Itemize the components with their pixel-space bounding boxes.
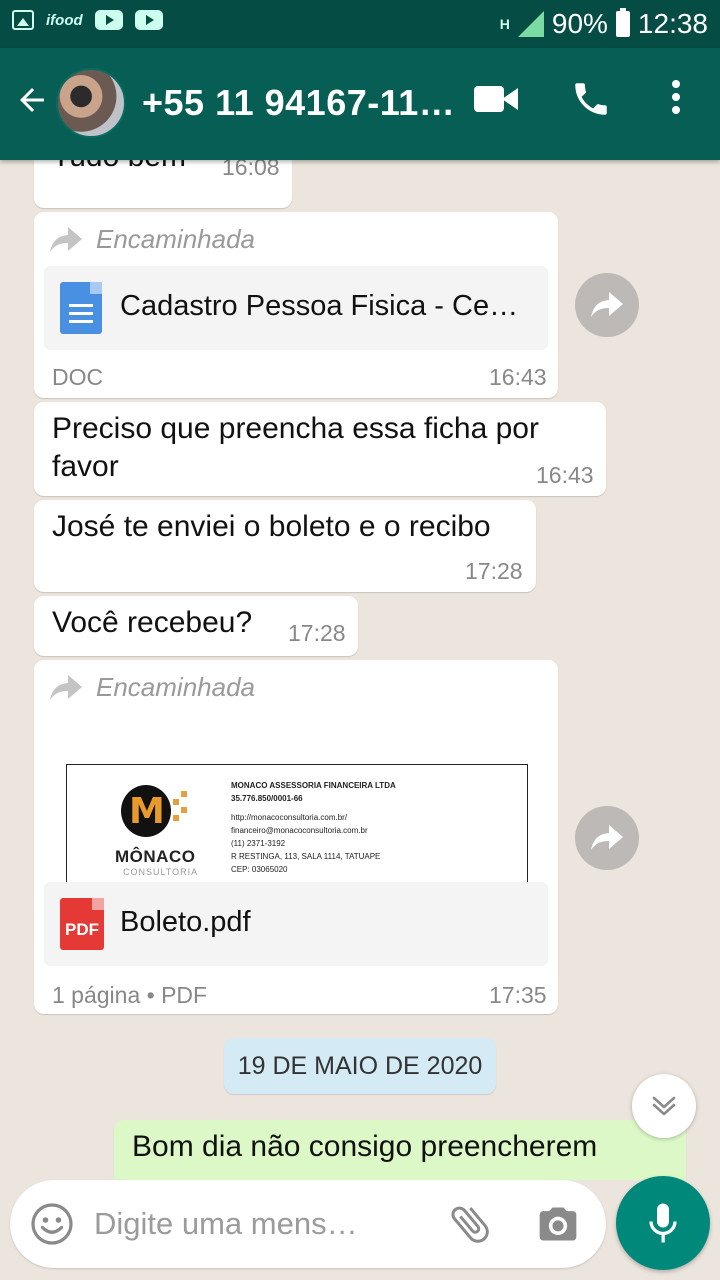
status-bar: ifood H 90% 12:38: [0, 0, 720, 48]
message-text: Preciso que preencha essa ficha por: [52, 412, 539, 445]
forward-icon: [50, 226, 82, 252]
message-input[interactable]: [94, 1200, 414, 1248]
double-chevron-down-icon: [652, 1096, 676, 1116]
attach-icon[interactable]: [446, 1200, 494, 1248]
scroll-to-bottom-button[interactable]: [632, 1074, 696, 1138]
voice-message-button[interactable]: [616, 1176, 710, 1270]
message-time: 16:08: [222, 160, 280, 180]
document-name: Cadastro Pessoa Fisica - Ce…: [120, 290, 519, 322]
message-bubble[interactable]: Preciso que preencha essa ficha por favo…: [34, 402, 606, 496]
document-type: DOC: [52, 364, 104, 390]
battery-icon: [615, 8, 630, 37]
preview-brand: MÔNACO: [115, 847, 196, 866]
message-bubble[interactable]: José te enviei o boleto e o recibo 17:28: [34, 500, 536, 592]
contact-name[interactable]: +55 11 94167-11…: [142, 82, 455, 124]
forward-icon: [50, 674, 82, 700]
message-time: 17:28: [288, 620, 346, 646]
preview-company-info: MONACO ASSESSORIA FINANCEIRA LTDA 35.776…: [231, 781, 396, 874]
forwarded-label: Encaminhada: [50, 224, 255, 255]
network-type-label: H: [499, 16, 510, 32]
forwarded-pdf-message[interactable]: Encaminhada M MÔNACO CONSULTORIA MONACO …: [34, 660, 558, 1014]
preview-brand-sub: CONSULTORIA: [123, 867, 199, 877]
youtube-icon: [94, 10, 123, 30]
message-time: 17:28: [465, 558, 523, 584]
message-text: favor: [52, 450, 119, 483]
forwarded-document-message[interactable]: Encaminhada Cadastro Pessoa Fisica - Ce……: [34, 212, 558, 398]
camera-icon[interactable]: [536, 1202, 580, 1246]
signal-icon: [517, 11, 544, 37]
message-bubble[interactable]: Tudo bem 16:08: [34, 160, 292, 208]
microphone-icon: [649, 1203, 677, 1243]
document-attachment[interactable]: Cadastro Pessoa Fisica - Ce…: [44, 266, 548, 350]
message-text: Você recebeu?: [52, 606, 253, 639]
youtube-icon: [134, 10, 163, 30]
image-icon: [12, 10, 34, 30]
date-separator: 19 DE MAIO DE 2020: [224, 1038, 496, 1094]
phone-icon[interactable]: [570, 78, 614, 122]
message-composer: [10, 1180, 606, 1268]
battery-percent: 90%: [551, 8, 608, 39]
monaco-logo: M: [121, 785, 171, 837]
doc-file-icon: [60, 282, 102, 334]
forward-share-button[interactable]: [575, 806, 639, 870]
forwarded-text: Encaminhada: [96, 672, 255, 702]
pdf-preview[interactable]: M MÔNACO CONSULTORIA MONACO ASSESSORIA F…: [44, 720, 548, 882]
contact-avatar[interactable]: [56, 68, 126, 138]
document-meta: 1 página • PDF: [52, 982, 208, 1008]
forward-share-button[interactable]: [575, 273, 639, 337]
pdf-page: M MÔNACO CONSULTORIA MONACO ASSESSORIA F…: [66, 764, 528, 882]
more-vert-icon[interactable]: [670, 80, 682, 124]
document-attachment[interactable]: PDF Boleto.pdf: [44, 882, 548, 966]
message-time: 17:35: [489, 982, 547, 1008]
video-call-icon[interactable]: [474, 84, 518, 114]
chat-header: +55 11 94167-11…: [0, 48, 720, 160]
message-text: Tudo bem: [52, 160, 186, 176]
message-bubble[interactable]: Você recebeu? 17:28: [34, 596, 358, 656]
forwarded-label: Encaminhada: [50, 672, 255, 703]
forwarded-text: Encaminhada: [96, 224, 255, 254]
emoji-icon[interactable]: [30, 1202, 74, 1246]
clock: 12:38: [637, 8, 708, 39]
message-text: Bom dia não consigo preencherem: [132, 1130, 598, 1163]
back-arrow-icon[interactable]: [14, 82, 50, 125]
pdf-file-icon: PDF: [60, 898, 104, 950]
message-time: 16:43: [536, 462, 594, 488]
message-text: José te enviei o boleto e o recibo: [52, 510, 491, 543]
chat-area[interactable]: Tudo bem 16:08 Encaminhada Cadastro Pess…: [0, 160, 720, 1180]
ifood-icon: ifood: [46, 11, 83, 29]
document-name: Boleto.pdf: [120, 906, 251, 938]
message-time: 16:43: [489, 364, 547, 390]
outgoing-message-bubble[interactable]: Bom dia não consigo preencherem: [114, 1120, 686, 1180]
